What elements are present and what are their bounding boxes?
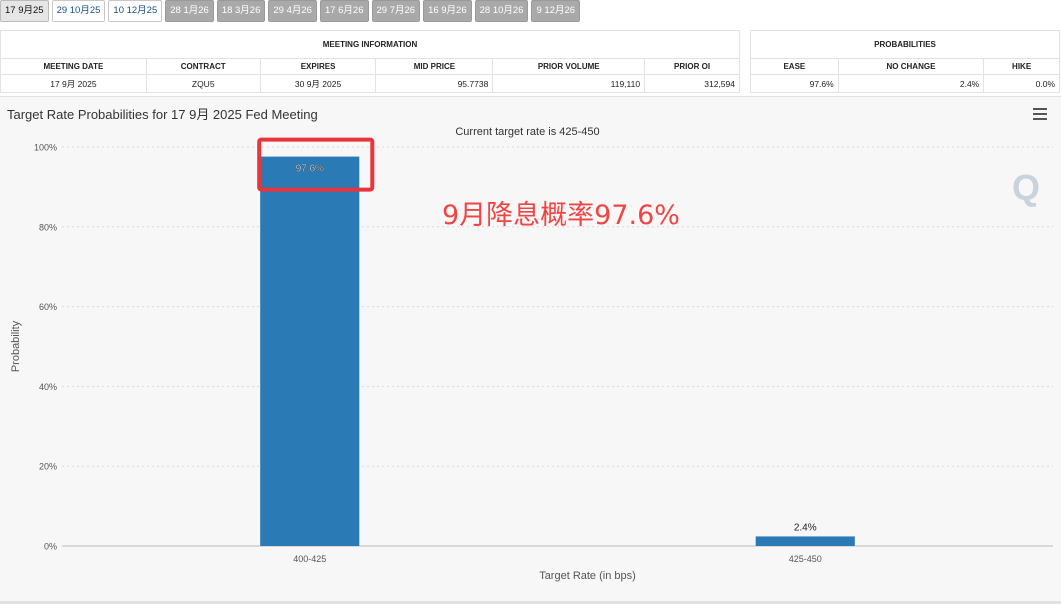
tab-meeting-6: 17 6月26 — [319, 0, 369, 22]
prior-oi-cell: 312,594 — [644, 74, 740, 93]
y-tick-label: 20% — [39, 462, 57, 472]
x-tick-label: 400-425 — [293, 554, 326, 564]
bar-425-450 — [755, 536, 855, 546]
probabilities-table: PROBABILITIES EASE NO CHANGE HIKE 97.6% … — [750, 30, 1060, 93]
tab-meeting-8: 16 9月26 — [423, 0, 472, 22]
y-axis-title: Probability — [10, 320, 22, 372]
no-change-cell: 2.4% — [837, 74, 985, 93]
header-ease: EASE — [750, 58, 839, 75]
chart-subtitle: Current target rate is 425-450 — [455, 126, 599, 138]
annotation-text: 9月降息概率97.6% — [442, 200, 680, 231]
y-tick-label: 80% — [39, 222, 57, 232]
y-tick-label: 100% — [34, 143, 57, 153]
chart-panel: Target Rate Probabilities for 17 9月 2025… — [0, 96, 1061, 602]
header-hike: HIKE — [983, 58, 1060, 75]
table-row: 97.6% 2.4% 0.0% — [750, 74, 1060, 93]
expires-cell: 30 9月 2025 — [259, 74, 377, 93]
tab-meeting-5: 29 4月26 — [268, 0, 317, 22]
mid-price-cell: 95.7738 — [375, 74, 494, 93]
header-expires: EXPIRES — [259, 58, 377, 75]
y-tick-label: 60% — [39, 302, 57, 312]
data-label: 97.6% — [296, 164, 324, 175]
ease-cell: 97.6% — [750, 74, 839, 93]
prior-volume-cell: 119,110 — [492, 74, 646, 93]
meeting-date-tabs: 17 9月25 29 10月25 10 12月25 28 1月26 18 3月26 29 … — [0, 0, 581, 24]
target-rate-chart: Current target rate is 425-450 0% 20% 40% 60… — [10, 126, 1053, 582]
bar-400-425 — [260, 156, 360, 547]
header-prior-oi: PRIOR OI — [644, 58, 740, 75]
tab-meeting-10: 9 12月26 — [531, 0, 581, 22]
tab-meeting-9: 28 10月26 — [474, 0, 529, 22]
meeting-date-cell: 17 9月 2025 — [0, 74, 147, 93]
header-mid-price: MID PRICE — [375, 58, 494, 75]
header-prior-volume: PRIOR VOLUME — [492, 58, 646, 75]
meeting-information-table: MEETING INFORMATION MEETING DATE CONTRAC… — [0, 30, 740, 93]
tab-meeting-2[interactable]: 10 12月25 — [108, 0, 163, 22]
contract-cell: ZQU5 — [145, 74, 261, 93]
data-label: 2.4% — [794, 522, 817, 533]
tab-meeting-3: 28 1月26 — [165, 0, 214, 22]
meeting-information-heading: MEETING INFORMATION — [0, 30, 740, 59]
y-tick-label: 0% — [44, 542, 57, 552]
y-tick-label: 40% — [39, 382, 57, 392]
x-tick-label: 425-450 — [789, 554, 822, 564]
tab-meeting-4: 18 3月26 — [216, 0, 266, 22]
hike-cell: 0.0% — [983, 74, 1060, 93]
tab-meeting-0[interactable]: 17 9月25 — [0, 0, 49, 22]
probabilities-heading: PROBABILITIES — [750, 30, 1060, 59]
header-meeting-date: MEETING DATE — [0, 58, 147, 75]
tab-meeting-7: 29 7月26 — [371, 0, 421, 22]
watermark-logo-icon: Q — [1012, 167, 1040, 208]
x-axis-title: Target Rate (in bps) — [539, 570, 636, 582]
header-no-change: NO CHANGE — [837, 58, 985, 75]
tab-meeting-1[interactable]: 29 10月25 — [51, 0, 106, 22]
header-contract: CONTRACT — [145, 58, 261, 75]
table-row: 17 9月 2025 ZQU5 30 9月 2025 95.7738 119,1… — [0, 74, 740, 93]
